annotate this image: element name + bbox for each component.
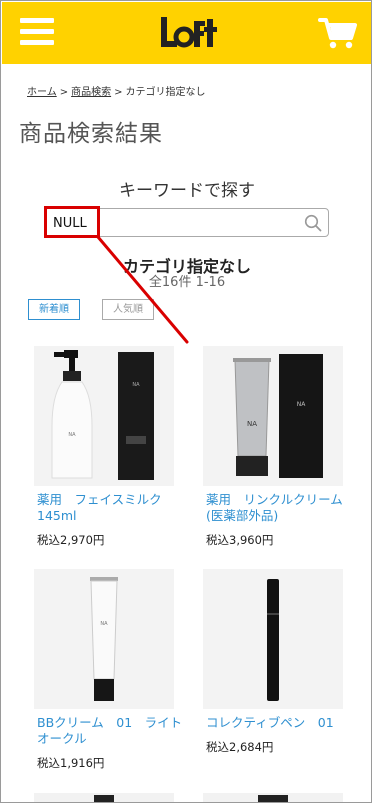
result-count: 全16件 1-16 — [148, 275, 226, 290]
loft-logo[interactable] — [160, 15, 218, 51]
product-image[interactable]: NA — [34, 569, 174, 709]
svg-text:NA: NA — [68, 432, 76, 438]
product-image[interactable] — [203, 793, 343, 802]
product-name[interactable]: 薬用 フェイスミルク 145ml — [37, 492, 187, 524]
page-title: 商品検索結果 — [19, 121, 163, 147]
breadcrumb-home-link[interactable]: ホーム — [27, 87, 57, 98]
breadcrumb: ホーム > 商品検索 > カテゴリ指定なし — [27, 83, 205, 98]
shopping-cart-icon[interactable] — [318, 16, 358, 50]
product-price: 税込2,684円 — [206, 740, 274, 754]
svg-text:NA: NA — [100, 621, 108, 627]
sort-popular-button[interactable]: 人気順 — [102, 299, 154, 320]
product-name[interactable]: BBクリーム 01 ライトオークル — [37, 715, 187, 747]
product-name[interactable]: コレクティブペン 01 — [206, 715, 356, 731]
product-image[interactable] — [203, 569, 343, 709]
sort-new-button[interactable]: 新着順 — [28, 299, 80, 320]
breadcrumb-separator: > — [59, 87, 69, 98]
product-image[interactable]: NA NA — [34, 346, 174, 486]
page-frame: ホーム>商品検索>カテゴリ指定なし 商品検索結果 キーワードで探す カテゴリ指定… — [0, 0, 372, 803]
breadcrumb-separator: > — [114, 87, 123, 98]
product-image[interactable]: NA NA — [203, 346, 343, 486]
keyword-search-title: キーワードで探す — [119, 181, 255, 201]
product-price: 税込2,970円 — [37, 533, 105, 547]
annotation-highlight-box — [44, 206, 100, 238]
product-price: 税込3,960円 — [206, 533, 274, 547]
breadcrumb-current: カテゴリ指定なし — [125, 87, 206, 98]
product-image[interactable] — [34, 793, 174, 802]
svg-text:NA: NA — [247, 420, 257, 428]
site-header — [2, 2, 371, 64]
hamburger-menu-icon[interactable] — [20, 18, 54, 46]
product-name[interactable]: 薬用 リンクルクリーム(医薬部外品) — [206, 492, 356, 524]
search-icon[interactable] — [304, 214, 322, 232]
svg-text:NA: NA — [132, 382, 140, 388]
product-price: 税込1,916円 — [37, 756, 105, 770]
svg-text:NA: NA — [297, 401, 306, 408]
breadcrumb-search-link[interactable]: 商品検索 — [71, 87, 111, 98]
